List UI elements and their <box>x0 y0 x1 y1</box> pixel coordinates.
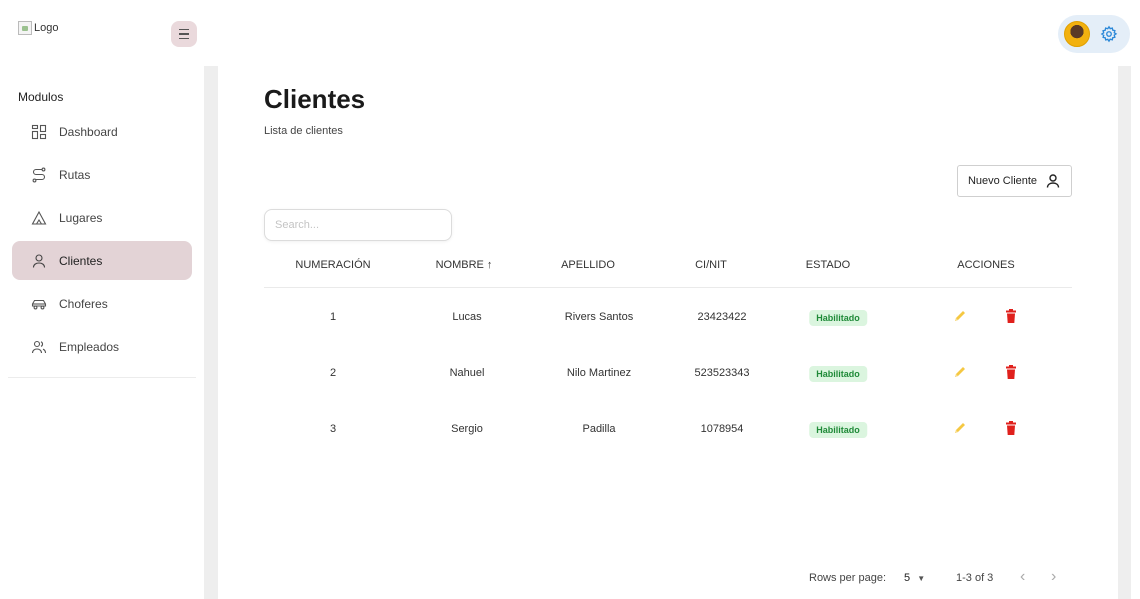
cell-apellido: Nilo Martinez <box>566 367 632 379</box>
top-bar: Logo <box>0 0 1140 66</box>
hamburger-icon <box>179 28 189 31</box>
page-subtitle: Lista de clientes <box>264 125 343 137</box>
column-header-apellido: APELLIDO <box>561 259 615 271</box>
table-row: 1 Lucas Rivers Santos 23423422 Habilitad… <box>264 288 1072 344</box>
delete-icon[interactable] <box>1003 364 1019 380</box>
gear-icon[interactable] <box>1100 25 1118 43</box>
cell-ci-nit: 23423422 <box>697 311 747 323</box>
cell-apellido: Padilla <box>582 423 616 435</box>
pagination-range: 1-3 of 3 <box>956 572 994 584</box>
edit-icon[interactable] <box>952 420 968 436</box>
sidebar-divider <box>8 377 196 378</box>
cell-ci-nit: 1078954 <box>700 423 744 435</box>
cell-numeracion: 2 <box>329 367 337 379</box>
delete-icon[interactable] <box>1003 308 1019 324</box>
user-icon <box>32 253 46 268</box>
sidebar-item-empleados[interactable]: Empleados <box>12 327 192 366</box>
sidebar-nav: Dashboard Rutas Lugares Clientes Chofere… <box>12 112 192 370</box>
sidebar-item-label: Lugares <box>59 210 103 225</box>
cell-nombre: Lucas <box>452 311 482 323</box>
search-input[interactable] <box>264 209 452 241</box>
cell-ci-nit: 523523343 <box>694 367 750 379</box>
rows-per-page-select[interactable]: 5 ▼ <box>904 572 925 584</box>
previous-page-icon[interactable]: ‹ <box>1020 568 1025 586</box>
sidebar-item-rutas[interactable]: Rutas <box>12 155 192 194</box>
cell-nombre: Sergio <box>451 423 483 435</box>
status-badge: Habilitado <box>809 366 867 382</box>
table-row: 2 Nahuel Nilo Martinez 523523343 Habilit… <box>264 344 1072 400</box>
content-frame-left <box>204 66 218 599</box>
column-header-nombre[interactable]: NOMBRE ↑ <box>436 259 493 271</box>
rows-per-page-label: Rows per page: <box>809 572 887 584</box>
broken-image-icon <box>18 21 32 35</box>
sidebar-item-label: Choferes <box>59 296 108 311</box>
avatar[interactable] <box>1064 21 1090 47</box>
caret-down-icon: ▼ <box>917 574 926 583</box>
status-badge: Habilitado <box>809 310 867 326</box>
sidebar-item-lugares[interactable]: Lugares <box>12 198 192 237</box>
user-menu[interactable] <box>1058 15 1130 53</box>
rows-per-page-value: 5 <box>904 572 911 584</box>
sidebar-item-label: Dashboard <box>59 124 118 139</box>
sidebar: Modulos Dashboard Rutas Lugares Clientes <box>0 66 204 599</box>
status-badge: Habilitado <box>809 422 867 438</box>
clients-table: NUMERACIÓN NOMBRE ↑ APELLIDO CI/NIT ESTA… <box>264 246 1072 456</box>
sidebar-item-dashboard[interactable]: Dashboard <box>12 112 192 151</box>
edit-icon[interactable] <box>952 308 968 324</box>
sidebar-section-title: Modulos <box>18 90 64 104</box>
column-header-ci-nit: CI/NIT <box>695 259 727 271</box>
sidebar-item-clientes[interactable]: Clientes <box>12 241 192 280</box>
next-page-icon[interactable]: › <box>1051 568 1056 586</box>
cell-numeracion: 1 <box>329 311 337 323</box>
user-icon <box>1046 174 1060 188</box>
column-header-estado: ESTADO <box>805 259 851 271</box>
menu-toggle-button[interactable] <box>171 21 197 47</box>
new-client-button-label: Nuevo Cliente <box>967 175 1038 187</box>
page-title: Clientes <box>264 84 366 114</box>
new-client-button[interactable]: Nuevo Cliente <box>957 165 1072 197</box>
cell-nombre: Nahuel <box>449 367 485 379</box>
logo-alt-text: Logo <box>34 22 59 34</box>
logo[interactable]: Logo <box>18 21 58 35</box>
sidebar-item-choferes[interactable]: Choferes <box>12 284 192 323</box>
delete-icon[interactable] <box>1003 420 1019 436</box>
route-icon <box>32 167 46 182</box>
table-header: NUMERACIÓN NOMBRE ↑ APELLIDO CI/NIT ESTA… <box>264 246 1072 288</box>
sidebar-item-label: Rutas <box>59 167 91 182</box>
edit-icon[interactable] <box>952 364 968 380</box>
place-icon <box>31 210 47 225</box>
dashboard-icon <box>31 124 47 139</box>
cell-numeracion: 3 <box>329 423 337 435</box>
users-icon <box>31 340 47 353</box>
sidebar-item-label: Clientes <box>59 253 103 268</box>
table-row: 3 Sergio Padilla 1078954 Habilitado <box>264 400 1072 456</box>
cell-apellido: Rivers Santos <box>564 311 634 323</box>
column-header-acciones: ACCIONES <box>957 259 1015 271</box>
content-frame-right <box>1118 66 1131 599</box>
sidebar-item-label: Empleados <box>59 339 120 354</box>
column-header-numeracion: NUMERACIÓN <box>295 259 371 271</box>
car-icon <box>31 299 47 309</box>
